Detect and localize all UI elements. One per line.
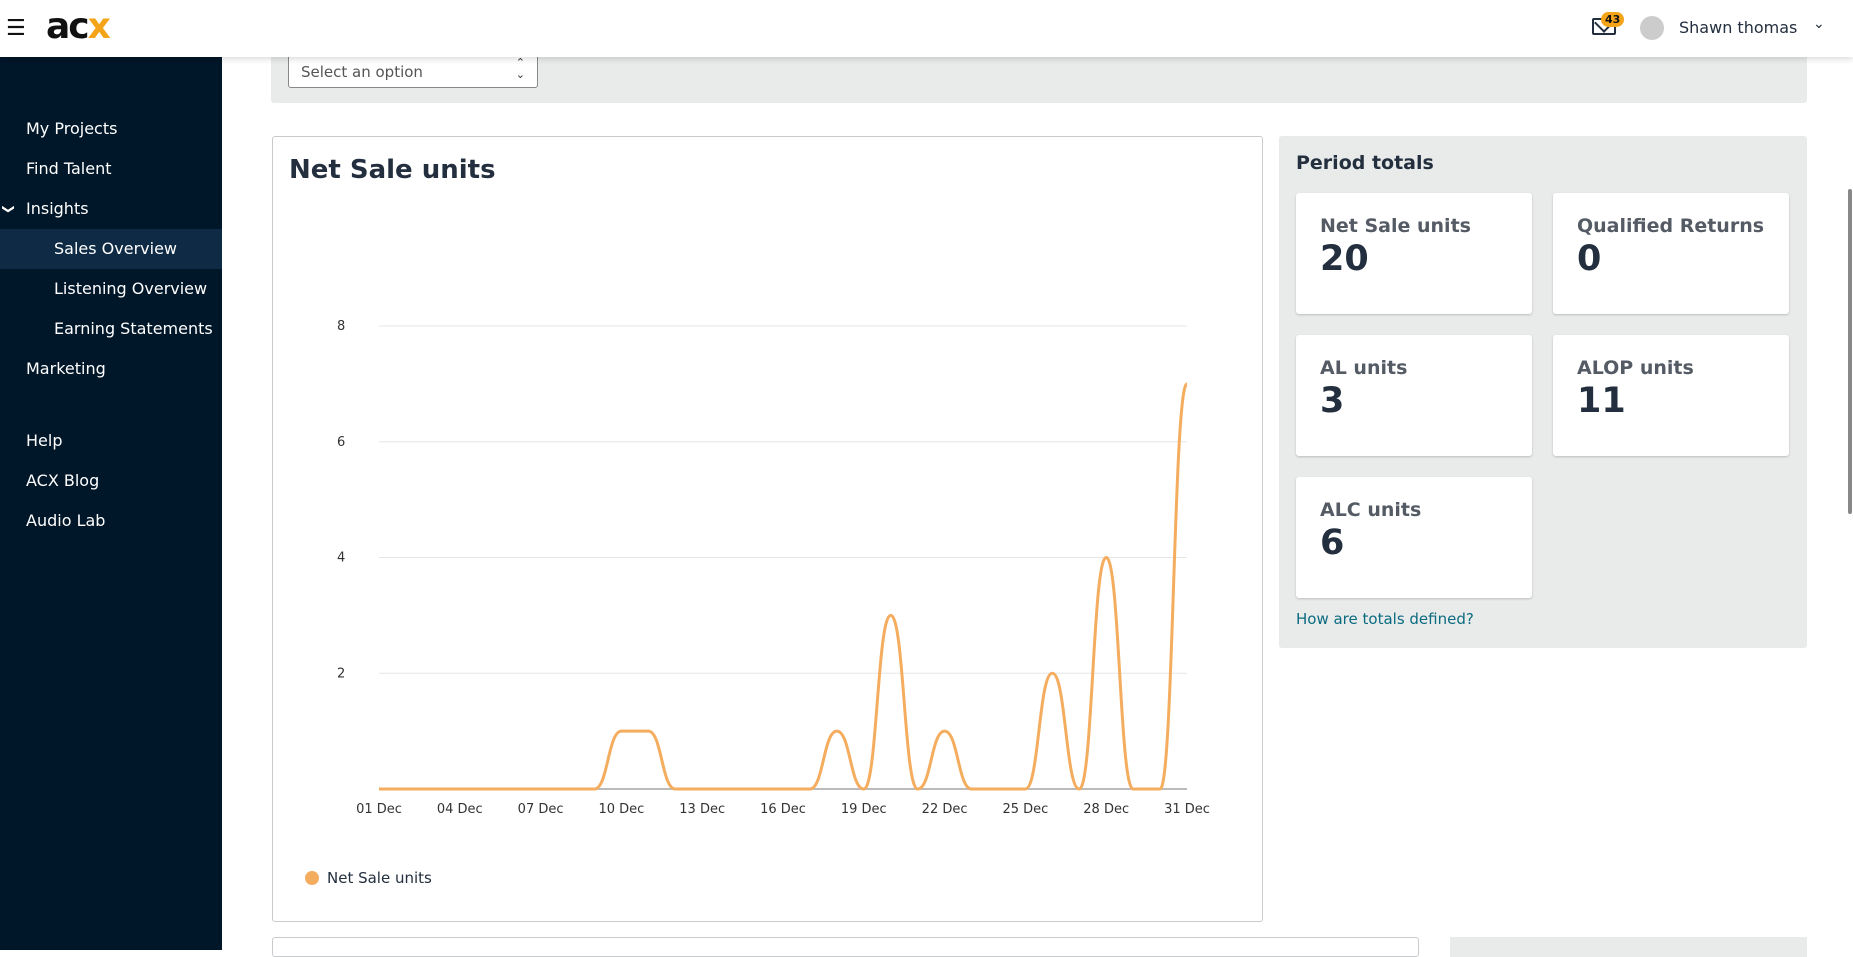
sidebar-item-label: Earning Statements (54, 319, 213, 338)
notification-badge: 43 (1601, 12, 1625, 27)
lower-panel (1450, 937, 1807, 957)
net-sale-chart-card: Net Sale units 2 4 6 8 01 Dec 04 Dec 07 Dec 10 … (272, 136, 1263, 922)
sidebar-item-label: Audio Lab (26, 511, 106, 530)
sidebar-item-earning-statements[interactable]: Earning Statements (0, 309, 222, 349)
sidebar-item-audio-lab[interactable]: Audio Lab (0, 501, 222, 541)
series-line (379, 382, 1189, 791)
sidebar-item-help[interactable]: Help (0, 421, 222, 461)
total-card-qualified-returns: Qualified Returns 0 (1553, 193, 1789, 314)
legend-marker (305, 871, 319, 886)
sidebar-item-label: Sales Overview (54, 239, 177, 258)
period-totals-title: Period totals (1296, 152, 1434, 174)
x-tick-label: 16 Dec (760, 802, 806, 817)
x-tick-label: 28 Dec (1083, 802, 1129, 817)
y-tick-label: 6 (337, 435, 345, 450)
option-select[interactable]: Select an option ⌃ ⌄ (288, 53, 538, 88)
sidebar-item-label: Listening Overview (54, 279, 208, 298)
sidebar-item-label: My Projects (26, 119, 118, 138)
y-tick-label: 4 (337, 551, 345, 566)
avatar[interactable] (1640, 16, 1664, 40)
total-label: Qualified Returns (1577, 215, 1765, 237)
sidebar: My Projects Find Talent ❯ Insights Sales … (0, 57, 222, 950)
select-placeholder: Select an option (301, 63, 423, 81)
sidebar-item-marketing[interactable]: Marketing (0, 349, 222, 389)
top-header: ☰ acx 43 Shawn thomas ⌄ (0, 0, 1853, 57)
x-tick-label: 01 Dec (356, 802, 402, 817)
total-card-alop-units: ALOP units 11 (1553, 335, 1789, 456)
sidebar-item-label: Marketing (26, 359, 106, 378)
total-card-al-units: AL units 3 (1296, 335, 1532, 456)
sidebar-item-insights[interactable]: ❯ Insights (0, 189, 222, 229)
period-totals-panel: Period totals Net Sale units 20 Qualified… (1279, 136, 1807, 648)
acx-logo[interactable]: acx (46, 6, 111, 47)
x-tick-label: 07 Dec (518, 802, 564, 817)
total-label: ALOP units (1577, 357, 1694, 379)
legend-label: Net Sale units (327, 869, 432, 887)
x-tick-label: 25 Dec (1002, 802, 1048, 817)
sidebar-item-sales-overview[interactable]: Sales Overview (0, 229, 222, 269)
sidebar-item-find-talent[interactable]: Find Talent (0, 149, 222, 189)
total-value: 3 (1320, 381, 1345, 421)
total-label: Net Sale units (1320, 215, 1471, 237)
line-chart: 2 4 6 8 01 Dec 04 Dec 07 Dec 10 Dec 13 Dec 16 Dec… (305, 319, 1210, 887)
total-card-net-sale: Net Sale units 20 (1296, 193, 1532, 314)
chevron-down-icon[interactable]: ⌄ (1813, 16, 1825, 32)
sidebar-item-my-projects[interactable]: My Projects (0, 109, 222, 149)
filter-bar: Select an option ⌃ ⌄ (271, 53, 1807, 103)
user-name[interactable]: Shawn thomas (1679, 18, 1797, 37)
total-value: 11 (1577, 381, 1626, 421)
scrollbar[interactable] (1848, 189, 1852, 514)
sidebar-item-label: Insights (26, 199, 89, 218)
x-tick-label: 19 Dec (841, 802, 887, 817)
total-card-alc-units: ALC units 6 (1296, 477, 1532, 598)
sidebar-item-label: ACX Blog (26, 471, 100, 490)
lower-card (272, 937, 1419, 957)
x-tick-label: 04 Dec (437, 802, 483, 817)
sidebar-item-listening-overview[interactable]: Listening Overview (0, 269, 222, 309)
y-tick-label: 8 (337, 319, 345, 334)
sidebar-item-acx-blog[interactable]: ACX Blog (0, 461, 222, 501)
x-tick-label: 22 Dec (922, 802, 968, 817)
total-label: ALC units (1320, 499, 1422, 521)
x-tick-label: 10 Dec (598, 802, 644, 817)
chevron-down-icon: ❯ (2, 203, 17, 215)
updown-chevron-icon: ⌃ ⌄ (515, 56, 525, 81)
x-tick-label: 13 Dec (679, 802, 725, 817)
totals-definition-link[interactable]: How are totals defined? (1296, 610, 1474, 628)
sidebar-item-label: Find Talent (26, 159, 112, 178)
x-tick-label: 31 Dec (1164, 802, 1210, 817)
total-value: 0 (1577, 239, 1602, 279)
y-tick-label: 2 (337, 666, 345, 681)
sidebar-item-label: Help (26, 431, 63, 450)
total-value: 20 (1320, 239, 1369, 279)
menu-icon[interactable]: ☰ (6, 16, 26, 41)
total-label: AL units (1320, 357, 1408, 379)
total-value: 6 (1320, 523, 1345, 563)
